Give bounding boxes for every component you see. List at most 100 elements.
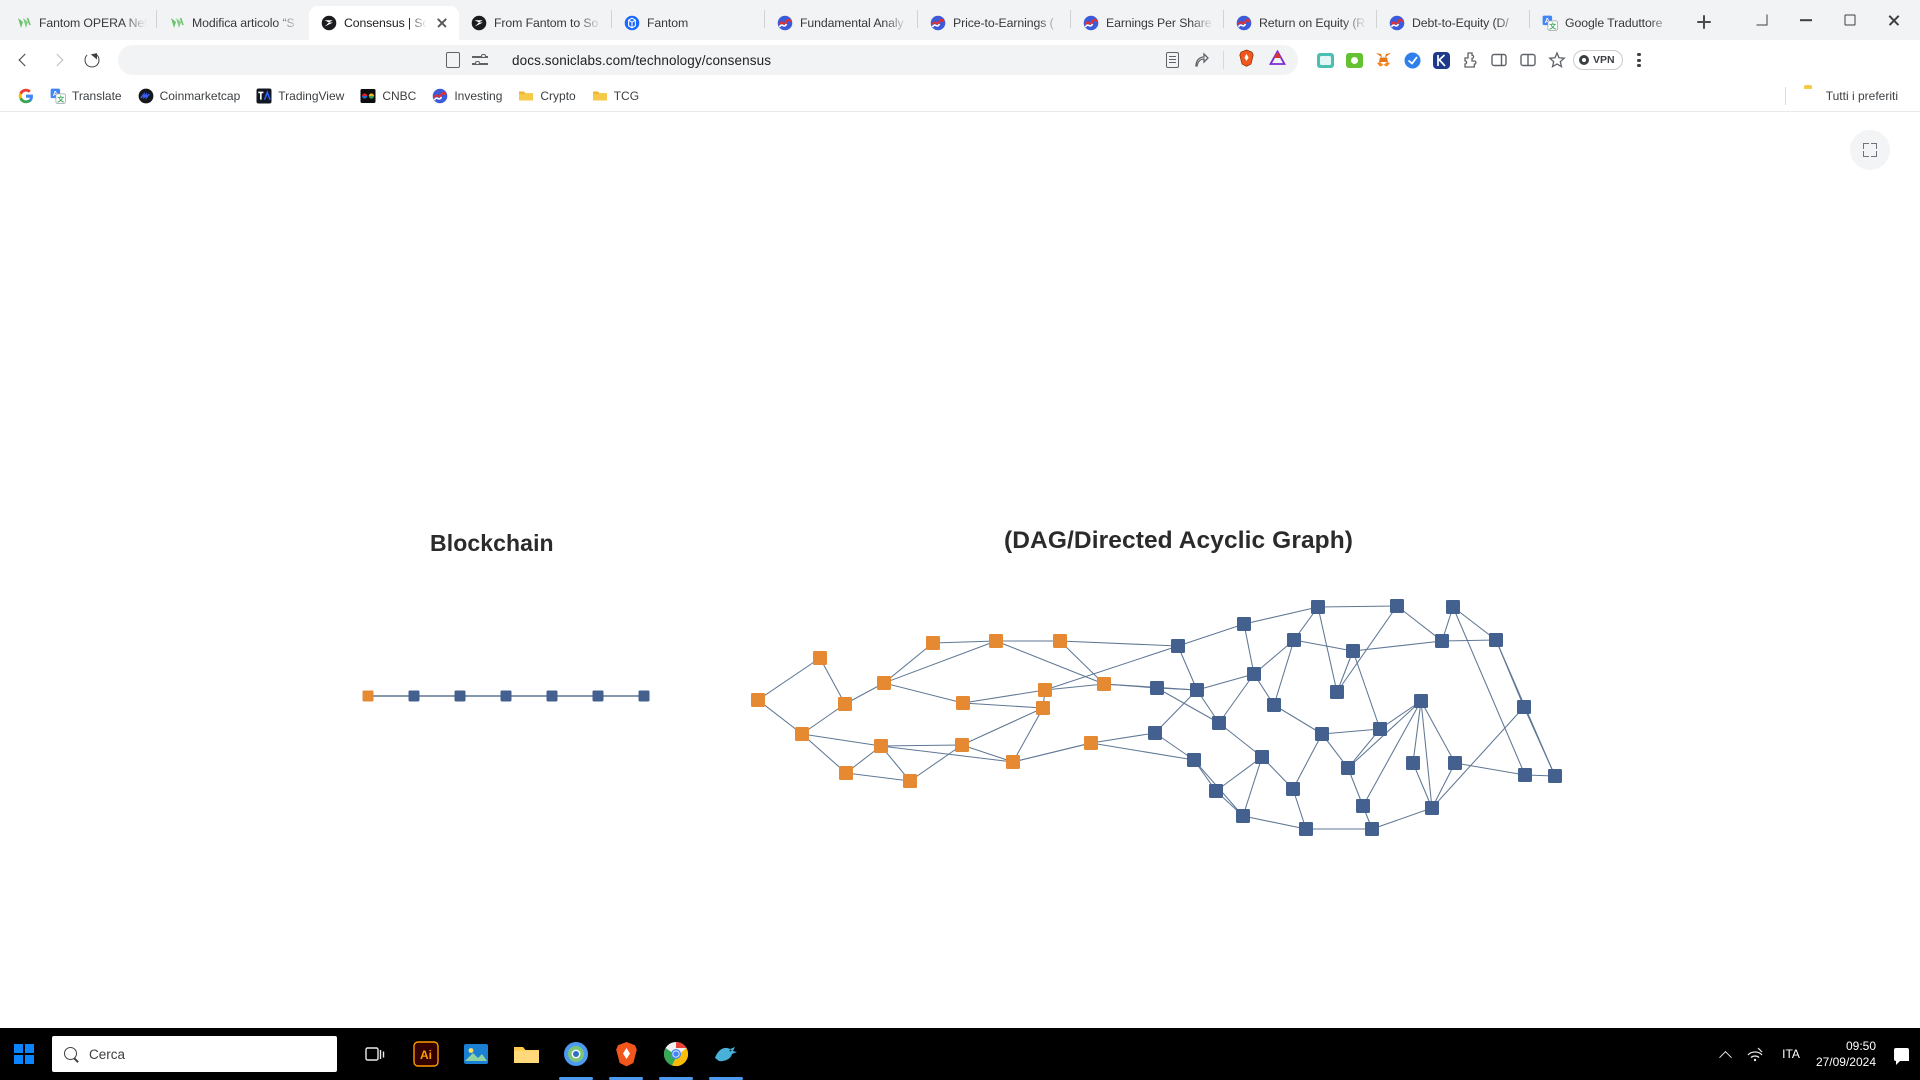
- tray-overflow-button[interactable]: [1710, 1028, 1740, 1080]
- browser-tab[interactable]: Fundamental Analy: [765, 6, 917, 40]
- graph-edge: [1452, 606, 1526, 776]
- graph-nodes: [751, 599, 1562, 836]
- tune-icon[interactable]: [472, 52, 488, 68]
- browser-tab[interactable]: From Fantom to So: [459, 6, 611, 40]
- tab-title: Fantom: [647, 16, 689, 30]
- graph-node-blue: [546, 690, 558, 702]
- browser-tab[interactable]: Modifica articolo “S: [157, 6, 309, 40]
- graph-edge: [1292, 733, 1323, 790]
- minimize-button[interactable]: [1784, 3, 1828, 37]
- graph-edge: [995, 640, 1105, 685]
- tab-search-button[interactable]: [1740, 3, 1784, 37]
- all-bookmarks-button[interactable]: Tutti i preferiti: [1796, 85, 1906, 107]
- bookmark-item[interactable]: A 文 Translate: [42, 85, 130, 107]
- browser-tab-active[interactable]: Consensus | So: [309, 6, 459, 40]
- graph-node-blue: [592, 690, 604, 702]
- brave-lion-icon[interactable]: [1238, 49, 1255, 72]
- graph-node-blue: [638, 690, 650, 702]
- graph-node-orange: [926, 636, 940, 650]
- svg-text:文: 文: [57, 94, 65, 103]
- bookmark-label: CNBC: [382, 88, 417, 103]
- tab-title: Google Traduttore: [1565, 16, 1663, 30]
- graph-edge: [932, 640, 997, 644]
- browser-tab[interactable]: Earnings Per Share: [1071, 6, 1223, 40]
- brave-triangle-icon[interactable]: [1268, 49, 1287, 71]
- metamask-fox-icon[interactable]: [1370, 47, 1396, 73]
- extension-green-icon[interactable]: [1341, 47, 1367, 73]
- split-view-icon[interactable]: [1515, 47, 1541, 73]
- extension-teal-icon[interactable]: [1312, 47, 1338, 73]
- address-bar[interactable]: docs.soniclabs.com/technology/consensus: [118, 45, 1298, 75]
- puzzle-extensions-icon[interactable]: [1457, 47, 1483, 73]
- taskbar-app-photos[interactable]: [451, 1028, 501, 1080]
- browser-tab[interactable]: Price-to-Earnings (: [918, 6, 1070, 40]
- taskbar-search[interactable]: Cerca: [52, 1036, 337, 1072]
- tray-language[interactable]: ITA: [1770, 1047, 1812, 1061]
- graph-node-orange: [955, 738, 969, 752]
- investing-icon: [432, 88, 448, 104]
- reload-button[interactable]: [76, 44, 108, 76]
- graph-node-orange: [838, 697, 852, 711]
- bookmark-star-icon[interactable]: [1544, 47, 1570, 73]
- bookmark-item[interactable]: CNBC: [352, 85, 424, 107]
- graph-edge: [1317, 605, 1398, 608]
- tray-network-icon[interactable]: [1740, 1028, 1770, 1080]
- browser-window: Fantom OPERA Net Modifica articolo “S Cons…: [0, 0, 1920, 1028]
- graph-node-blue: [1356, 799, 1370, 813]
- browser-tab[interactable]: A 文 Google Traduttore: [1530, 6, 1682, 40]
- extension-blue-icon[interactable]: [1399, 47, 1425, 73]
- graph-node-blue: [1414, 694, 1428, 708]
- close-icon: [1888, 14, 1901, 27]
- reading-list-icon[interactable]: [1166, 52, 1179, 68]
- browser-tab[interactable]: Fantom OPERA Net: [4, 6, 156, 40]
- bookmark-item[interactable]: Investing: [424, 85, 510, 107]
- bookmark-item[interactable]: [10, 85, 42, 107]
- sidebar-toggle-icon[interactable]: [1486, 47, 1512, 73]
- bookmark-star-icon[interactable]: [446, 52, 460, 68]
- tab-close-button[interactable]: [434, 15, 450, 31]
- bookmark-item[interactable]: Coinmarketcap: [130, 85, 249, 107]
- search-icon: [64, 1046, 79, 1062]
- divider: [1223, 51, 1224, 69]
- graph-node-blue: [1171, 639, 1185, 653]
- blockchain-title: Blockchain: [430, 530, 554, 556]
- vpn-button[interactable]: VPN: [1573, 50, 1623, 70]
- google-translate-icon: A文: [50, 88, 66, 104]
- folder-icon: [592, 88, 608, 104]
- taskbar-app-illustrator[interactable]: Ai: [401, 1028, 451, 1080]
- taskbar-app-chrome[interactable]: [651, 1028, 701, 1080]
- graph-edge: [845, 772, 911, 782]
- graph-node-blue: [454, 690, 466, 702]
- browser-tab[interactable]: Fantom: [612, 6, 764, 40]
- new-tab-button[interactable]: [1690, 8, 1718, 36]
- start-button[interactable]: [0, 1028, 48, 1080]
- graph-node-blue: [1390, 599, 1404, 613]
- browser-tab[interactable]: Return on Equity (R: [1224, 6, 1376, 40]
- tray-notifications-button[interactable]: [1886, 1028, 1916, 1080]
- divider: [1784, 86, 1786, 105]
- keplr-icon[interactable]: [1428, 47, 1454, 73]
- maximize-button[interactable]: [1828, 3, 1872, 37]
- graph-edge: [883, 682, 964, 704]
- task-view-button[interactable]: [351, 1028, 401, 1080]
- browser-tab[interactable]: Debt-to-Equity (D/: [1377, 6, 1529, 40]
- browser-menu-button[interactable]: [1626, 47, 1652, 73]
- tray-date: 27/09/2024: [1815, 1055, 1876, 1069]
- share-icon[interactable]: [1193, 52, 1209, 68]
- bookmark-item[interactable]: Crypto: [510, 85, 583, 107]
- folder-icon: [518, 88, 534, 104]
- tray-clock[interactable]: 09:50 27/09/2024: [1812, 1038, 1886, 1070]
- forward-button[interactable]: [42, 44, 74, 76]
- bookmark-item[interactable]: TradingView: [248, 85, 352, 107]
- graph-edge: [1090, 742, 1195, 761]
- taskbar-app-file-explorer[interactable]: [501, 1028, 551, 1080]
- investing-icon: [1236, 15, 1252, 31]
- back-button[interactable]: [8, 44, 40, 76]
- folder-icon: [1804, 88, 1820, 104]
- taskbar-app-bird[interactable]: [701, 1028, 751, 1080]
- bookmark-item[interactable]: TCG: [584, 85, 647, 107]
- taskbar-app-chromium[interactable]: [551, 1028, 601, 1080]
- close-window-button[interactable]: [1872, 3, 1916, 37]
- graph-edge: [1293, 639, 1354, 652]
- taskbar-app-brave[interactable]: [601, 1028, 651, 1080]
